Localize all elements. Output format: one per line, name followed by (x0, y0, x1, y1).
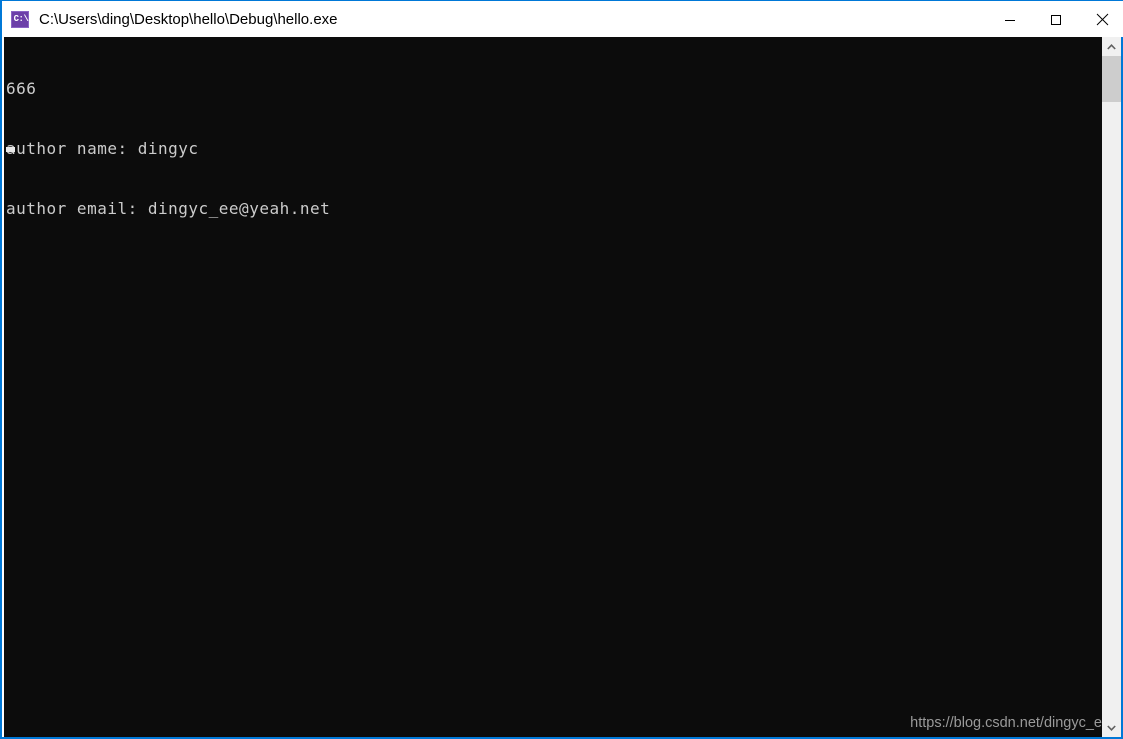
window-controls (987, 1, 1123, 38)
watermark-url: https://blog.csdn.net/dingyc_e (910, 715, 1102, 731)
console-app-icon[interactable]: C:\ (11, 10, 29, 28)
scroll-down-arrow-icon[interactable] (1102, 718, 1121, 737)
vertical-scrollbar[interactable] (1102, 37, 1121, 737)
maximize-button[interactable] (1033, 1, 1079, 38)
console-line: author name: dingyc (6, 139, 199, 158)
close-button[interactable] (1079, 1, 1123, 38)
console-output-area[interactable]: 666 author name: dingyc author email: di… (4, 37, 1102, 737)
title-bar[interactable]: C:\ C:\Users\ding\Desktop\hello\Debug\he… (2, 0, 1123, 37)
scrollbar-thumb[interactable] (1102, 56, 1121, 102)
text-cursor (6, 147, 15, 152)
console-line: author email: dingyc_ee@yeah.net (6, 199, 331, 218)
window-title: C:\Users\ding\Desktop\hello\Debug\hello.… (39, 10, 338, 28)
minimize-button[interactable] (987, 1, 1033, 38)
console-text: 666 author name: dingyc author email: di… (6, 39, 330, 259)
console-line: 666 (6, 79, 37, 98)
console-window: C:\ C:\Users\ding\Desktop\hello\Debug\he… (0, 0, 1123, 739)
scroll-up-arrow-icon[interactable] (1102, 37, 1121, 56)
console-app-icon-glyph: C:\ (13, 13, 29, 24)
